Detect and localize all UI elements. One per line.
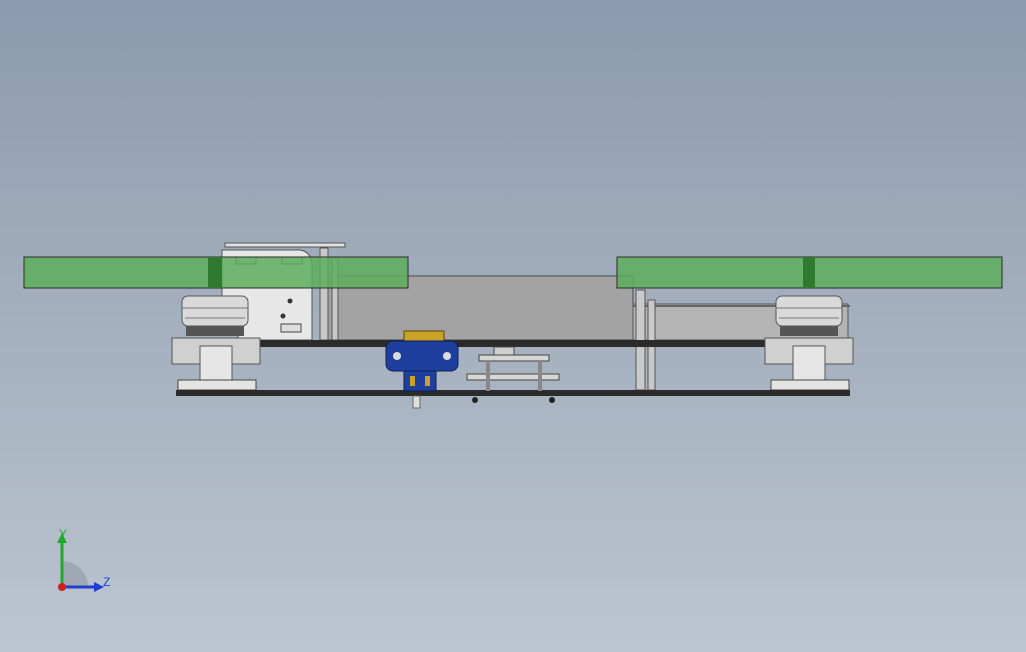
y-axis-label: Y <box>59 527 67 541</box>
left-propeller-hub <box>208 257 222 288</box>
orientation-triad: Y Z <box>57 527 110 592</box>
right-motor-body <box>792 345 826 381</box>
module-top <box>493 346 515 356</box>
triad-origin <box>58 583 66 591</box>
connector-lower <box>403 370 437 392</box>
left-motor-foot <box>177 379 257 391</box>
connector-screw <box>443 352 451 360</box>
mount-hole <box>287 298 293 304</box>
quadcopter-model[interactable] <box>0 0 1026 652</box>
module-leg <box>538 361 542 391</box>
connector-shaft <box>412 395 421 409</box>
left-motor-body <box>199 345 233 381</box>
left-motor-bell <box>181 295 249 327</box>
module-leg <box>486 361 490 391</box>
right-motor-foot <box>770 379 850 391</box>
module-screw <box>549 397 555 403</box>
left-motor-base <box>186 326 244 336</box>
connector-screw <box>393 352 401 360</box>
z-axis-label: Z <box>103 575 110 589</box>
connector-pin <box>425 376 430 386</box>
connector-pin <box>410 376 415 386</box>
module-board <box>478 354 550 362</box>
upper-frame-plate <box>238 340 850 347</box>
right-propeller-hub <box>803 257 815 288</box>
top-rail <box>224 242 346 248</box>
lower-frame-plate <box>176 390 850 396</box>
mount-slot <box>280 323 302 333</box>
mount-hole <box>280 313 286 319</box>
module-screw <box>472 397 478 403</box>
3d-viewport[interactable]: Y Z <box>0 0 1026 652</box>
right-motor-base <box>780 326 838 336</box>
triad-quadrant <box>62 561 88 587</box>
right-motor-bell <box>775 295 843 327</box>
module-base <box>466 373 560 381</box>
connector-gold-top <box>403 330 445 342</box>
